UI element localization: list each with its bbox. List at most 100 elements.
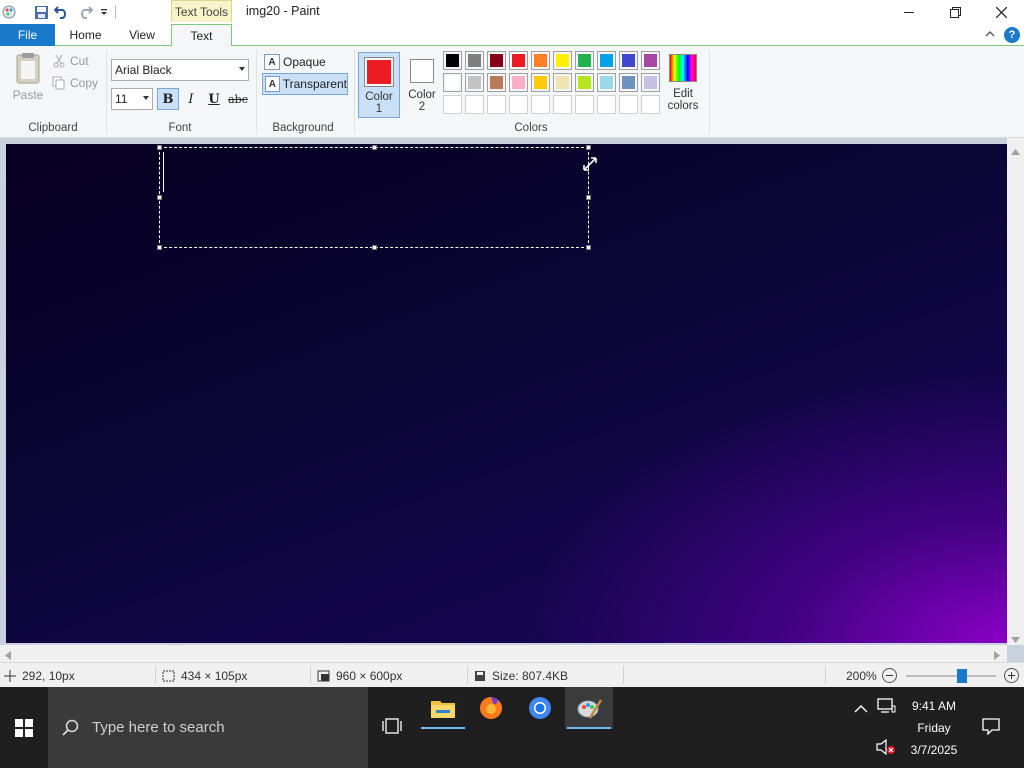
tab-file[interactable]: File: [0, 24, 55, 46]
opaque-option[interactable]: A Opaque: [262, 51, 348, 73]
tab-text[interactable]: Text: [171, 24, 232, 47]
taskbar-paint[interactable]: [565, 687, 613, 729]
palette-swatch[interactable]: [509, 51, 528, 70]
collapse-ribbon-icon[interactable]: [984, 28, 996, 43]
save-icon[interactable]: [32, 3, 50, 21]
palette-swatch[interactable]: [553, 95, 572, 114]
font-size-value: 11: [115, 92, 128, 106]
scroll-down-icon[interactable]: [1011, 632, 1020, 646]
zoom-in-button[interactable]: [1004, 668, 1019, 683]
redo-icon[interactable]: [76, 3, 94, 21]
task-view-button[interactable]: [368, 705, 416, 747]
clock-day[interactable]: Friday: [904, 721, 964, 735]
scroll-up-icon[interactable]: [1011, 144, 1020, 158]
resize-handle[interactable]: [372, 145, 377, 150]
palette-swatch[interactable]: [597, 73, 616, 92]
palette-swatch[interactable]: [641, 51, 660, 70]
font-size-select[interactable]: 11: [111, 88, 153, 110]
resize-handle[interactable]: [586, 245, 591, 250]
palette-swatch[interactable]: [487, 73, 506, 92]
palette-swatch[interactable]: [575, 95, 594, 114]
volume-muted-icon[interactable]: [876, 738, 896, 758]
font-family-select[interactable]: Arial Black: [111, 59, 249, 81]
clock-date[interactable]: 3/7/2025: [904, 743, 964, 757]
palette-swatch[interactable]: [443, 95, 462, 114]
palette-swatch[interactable]: [641, 95, 660, 114]
close-button[interactable]: [978, 0, 1024, 24]
palette-swatch[interactable]: [487, 51, 506, 70]
strikethrough-button[interactable]: abc: [227, 88, 249, 110]
edit-colors-label-2: colors: [667, 100, 699, 112]
paste-button[interactable]: Paste: [8, 52, 48, 110]
palette-swatch[interactable]: [443, 73, 462, 92]
notification-center-icon[interactable]: [982, 717, 1000, 738]
taskbar-file-explorer[interactable]: [419, 687, 467, 729]
text-caret: [163, 152, 164, 192]
palette-swatch[interactable]: [443, 51, 462, 70]
taskbar-firefox[interactable]: [467, 687, 515, 729]
zoom-slider[interactable]: [906, 669, 996, 683]
search-placeholder: Type here to search: [92, 719, 225, 736]
palette-swatch[interactable]: [641, 73, 660, 92]
edit-colors-button[interactable]: Edit colors: [664, 52, 702, 118]
vertical-scrollbar[interactable]: [1007, 138, 1024, 645]
palette-swatch[interactable]: [487, 95, 506, 114]
palette-swatch[interactable]: [597, 51, 616, 70]
text-input-box[interactable]: [157, 145, 591, 250]
palette-swatch[interactable]: [531, 51, 550, 70]
palette-swatch[interactable]: [531, 73, 550, 92]
status-separator: [310, 666, 311, 684]
zoom-out-button[interactable]: [882, 668, 897, 683]
zoom-slider-thumb[interactable]: [957, 669, 968, 683]
maximize-button[interactable]: [932, 0, 978, 24]
scroll-right-icon[interactable]: [994, 649, 1000, 663]
palette-swatch[interactable]: [509, 95, 528, 114]
status-separator: [467, 666, 468, 684]
tab-home[interactable]: Home: [57, 24, 114, 46]
transparent-option[interactable]: A Transparent: [262, 73, 348, 95]
clock-time[interactable]: 9:41 AM: [904, 699, 964, 713]
taskbar-chrome[interactable]: [516, 687, 564, 729]
tab-view[interactable]: View: [114, 24, 170, 46]
copy-button[interactable]: Copy: [52, 76, 98, 90]
color1-button[interactable]: Color 1: [358, 52, 400, 118]
palette-swatch[interactable]: [509, 73, 528, 92]
palette-swatch[interactable]: [597, 95, 616, 114]
palette-swatch[interactable]: [619, 95, 638, 114]
palette-swatch[interactable]: [465, 51, 484, 70]
customize-toolbar-icon[interactable]: [95, 3, 113, 21]
palette-swatch[interactable]: [619, 51, 638, 70]
palette-swatch[interactable]: [553, 73, 572, 92]
chrome-icon: [529, 697, 551, 719]
palette-swatch[interactable]: [465, 73, 484, 92]
palette-swatch[interactable]: [465, 95, 484, 114]
resize-handle[interactable]: [372, 245, 377, 250]
resize-handle[interactable]: [586, 195, 591, 200]
resize-handle[interactable]: [586, 145, 591, 150]
help-icon[interactable]: ?: [1004, 27, 1020, 43]
show-hidden-icons-button[interactable]: [854, 703, 868, 717]
resize-handle[interactable]: [157, 195, 162, 200]
scroll-left-icon[interactable]: [5, 649, 11, 663]
taskbar-search[interactable]: Type here to search: [48, 687, 368, 768]
italic-button[interactable]: I: [180, 88, 202, 110]
underline-button[interactable]: U: [203, 88, 225, 110]
horizontal-scrollbar[interactable]: [0, 645, 1007, 662]
bold-button[interactable]: B: [157, 88, 179, 110]
palette-swatch[interactable]: [553, 51, 572, 70]
resize-handle[interactable]: [157, 145, 162, 150]
canvas-size: 960 × 600px: [317, 669, 402, 683]
minimize-button[interactable]: [886, 0, 932, 24]
palette-swatch[interactable]: [531, 95, 550, 114]
palette-swatch[interactable]: [575, 73, 594, 92]
palette-swatch[interactable]: [575, 51, 594, 70]
paint-app-icon[interactable]: [0, 3, 18, 21]
palette-swatch[interactable]: [619, 73, 638, 92]
cut-label: Cut: [70, 54, 89, 68]
undo-icon[interactable]: [53, 3, 71, 21]
cut-button[interactable]: Cut: [52, 54, 89, 68]
start-button[interactable]: [0, 687, 48, 768]
resize-handle[interactable]: [157, 245, 162, 250]
color2-button[interactable]: Color 2: [401, 52, 443, 118]
network-icon[interactable]: [876, 697, 896, 718]
